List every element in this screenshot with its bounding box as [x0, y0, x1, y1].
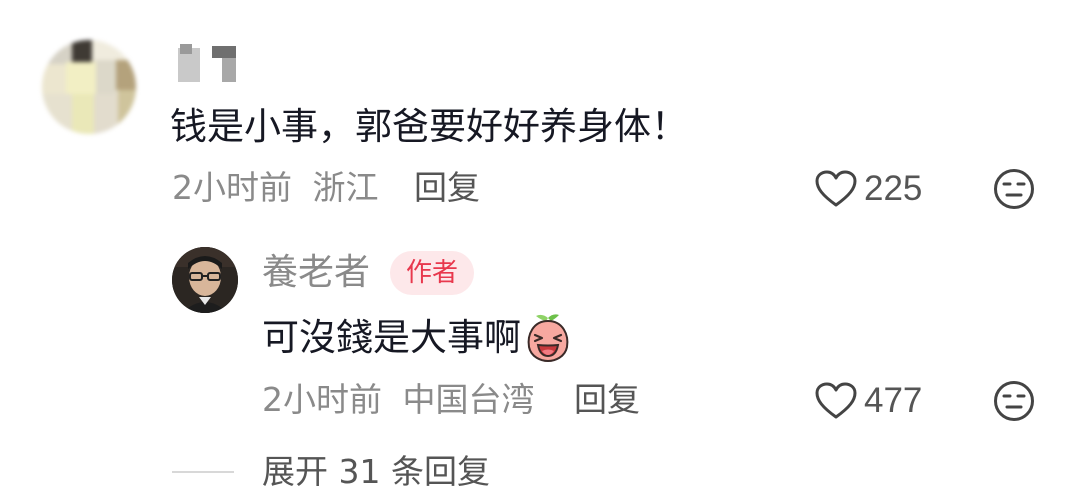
reply-like-button[interactable]: 477	[814, 379, 922, 423]
neutral-face-icon	[994, 169, 1034, 209]
comment-reply-button[interactable]: 回复	[414, 166, 480, 210]
commenter-avatar[interactable]	[42, 40, 136, 134]
expand-divider	[172, 471, 234, 473]
reply-meta: 2小时前 中国台湾	[262, 378, 535, 422]
reply-location: 中国台湾	[402, 380, 535, 419]
expand-replies-button[interactable]: 展开 31 条回复	[262, 450, 490, 494]
heart-icon	[815, 382, 857, 419]
author-badge: 作者	[390, 251, 475, 295]
comment-location: 浙江	[312, 168, 379, 207]
author-avatar[interactable]	[172, 247, 238, 313]
reply-text: 可沒錢是大事啊	[262, 312, 571, 364]
reply-text-content: 可沒錢是大事啊	[262, 316, 521, 359]
reply-time: 2小时前	[262, 380, 382, 419]
reply-like-count: 477	[864, 381, 923, 420]
comment-like-button[interactable]: 225	[814, 167, 922, 211]
heart-icon	[815, 170, 857, 207]
comment-like-count: 225	[864, 169, 923, 208]
reply-dislike-button[interactable]	[993, 380, 1035, 426]
comment-time: 2小时前	[172, 168, 292, 207]
commenter-username-blurred[interactable]	[178, 42, 244, 84]
laughing-peach-emoji-icon	[527, 314, 569, 363]
comment-text: 钱是小事，郭爸要好好养身体！	[170, 105, 688, 148]
comment-dislike-button[interactable]	[993, 168, 1035, 214]
reply-reply-button[interactable]: 回复	[574, 378, 640, 422]
author-username[interactable]: 養老者	[262, 249, 370, 297]
neutral-face-icon	[994, 381, 1034, 421]
comment-meta: 2小时前 浙江	[172, 166, 379, 210]
